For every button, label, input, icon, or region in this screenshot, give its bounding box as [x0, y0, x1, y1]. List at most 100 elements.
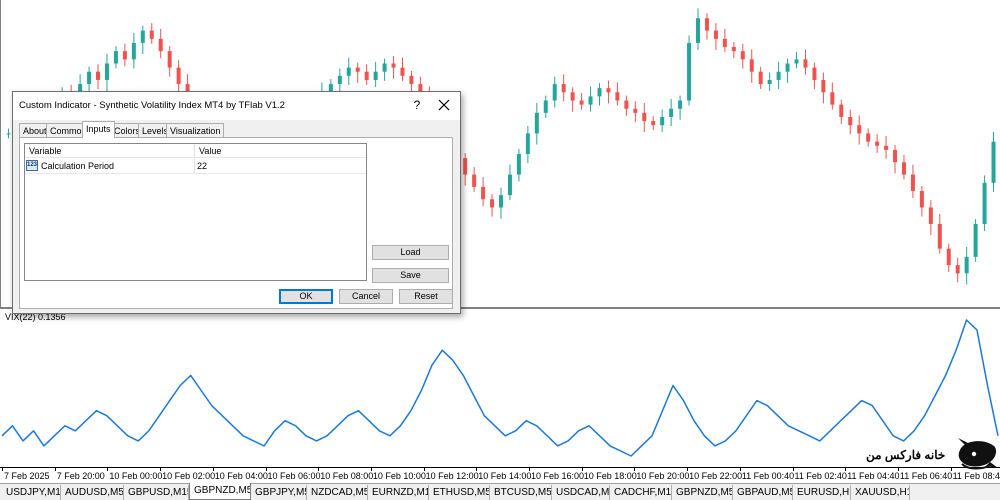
candle-body — [830, 92, 835, 105]
close-icon[interactable] — [435, 96, 453, 114]
time-tick — [845, 468, 847, 471]
time-tick — [318, 468, 320, 471]
candle-body — [722, 38, 727, 48]
candle-body — [355, 67, 360, 72]
candle-body — [588, 96, 593, 105]
time-tick — [529, 468, 530, 471]
candle-body — [552, 84, 557, 101]
candle-body — [785, 63, 790, 72]
column-header-variable[interactable]: Variable — [25, 144, 195, 158]
candle-body — [481, 186, 486, 200]
time-label: 10 Feb 20:00 — [636, 471, 690, 481]
symbol-tab[interactable]: XAUUSD,H1 — [851, 485, 910, 500]
time-label: 10 Feb 00:00 — [109, 471, 163, 481]
integer-param-icon: 123 — [26, 160, 38, 171]
candle-body — [749, 59, 754, 72]
candle-body — [543, 100, 548, 113]
candle-body — [516, 154, 521, 175]
symbol-tab-bar: USDJPY,M1 AUDUSD,M5 GBPUSD,M15 GBPNZD,M5 GBP… — [0, 483, 1000, 500]
candle-body — [669, 108, 674, 117]
dialog-titlebar[interactable]: Custom Indicator - Synthetic Volatility … — [13, 92, 460, 120]
time-tick — [265, 468, 267, 471]
candle-body — [884, 145, 889, 150]
candle-body — [812, 67, 817, 80]
vix-indicator-chart[interactable] — [0, 309, 1000, 467]
column-header-value[interactable]: Value — [195, 144, 366, 158]
candle-body — [848, 116, 853, 126]
candle-body — [373, 71, 378, 80]
symbol-tab[interactable]: AUDUSD,M5 — [61, 485, 124, 500]
symbol-tab[interactable]: CADCHF,M1 — [610, 485, 672, 500]
time-tick — [634, 468, 636, 471]
candle-body — [803, 59, 808, 68]
candle-body — [919, 191, 924, 208]
candle-body — [839, 104, 844, 117]
parameters-table[interactable]: Variable Value 123 Calculation Period 22 — [24, 143, 367, 281]
candle-body — [857, 125, 862, 134]
symbol-tab[interactable]: USDCAD,M5 — [552, 485, 610, 500]
candle-body — [463, 158, 468, 175]
candle-body — [937, 223, 942, 249]
candle-body — [391, 63, 396, 68]
time-tick — [687, 468, 689, 471]
save-button[interactable]: Save — [372, 268, 449, 283]
symbol-tab[interactable]: USDJPY,M1 — [2, 485, 61, 500]
reset-button[interactable]: Reset — [399, 289, 453, 304]
candle-body — [337, 75, 342, 85]
symbol-tab[interactable]: GBPNZD,M5 — [189, 483, 251, 500]
param-variable-name: Calculation Period — [41, 161, 115, 171]
time-label: 10 Feb 18:00 — [583, 471, 637, 481]
candle-body — [964, 256, 969, 274]
dialog-body: About Common Inputs Colors Levels Visual… — [13, 120, 460, 313]
time-label: 10 Feb 22:00 — [689, 471, 743, 481]
cancel-button[interactable]: Cancel — [339, 289, 393, 304]
tab-inputs[interactable]: Inputs — [82, 121, 115, 138]
candle-body — [875, 141, 880, 146]
candle-body — [131, 42, 136, 60]
forex-logo: خانه فارکس من — [866, 436, 1000, 472]
time-label: 11 Feb 08:40 — [952, 471, 1000, 481]
column-divider — [194, 159, 195, 173]
candle-body — [687, 42, 692, 101]
symbol-tab[interactable]: EURNZD,M1 — [368, 485, 429, 500]
time-label: 10 Feb 10:00 — [372, 471, 426, 481]
tab-visualization[interactable]: Visualization — [166, 123, 225, 137]
candle-body — [642, 112, 647, 122]
candle-body — [696, 18, 701, 43]
candle-body — [158, 38, 163, 52]
dialog-title: Custom Indicator - Synthetic Volatility … — [19, 100, 285, 111]
symbol-tab[interactable]: GBPJPY,M5 — [251, 485, 307, 500]
candle-body — [821, 79, 826, 93]
candle-body — [713, 30, 718, 39]
candle-body — [660, 116, 665, 126]
symbol-tab[interactable]: EURUSD,H1 — [793, 485, 851, 500]
time-tick — [107, 468, 109, 471]
candle-body — [6, 133, 11, 135]
time-tick — [581, 468, 583, 471]
candle-body — [731, 47, 736, 52]
time-axis: 7 Feb 2025 7 Feb 20:00 10 Feb 00:00 10 Feb … — [0, 467, 1000, 483]
candle-body — [704, 18, 709, 31]
candle-body — [570, 92, 575, 101]
time-label: 7 Feb 20:00 — [56, 471, 105, 481]
help-button[interactable]: ? — [409, 98, 425, 112]
candle-body — [104, 63, 109, 80]
param-value-field[interactable]: 22 — [197, 159, 357, 173]
symbol-tab[interactable]: NZDCAD,M5 — [307, 485, 368, 500]
candle-body — [946, 248, 951, 266]
symbol-tab[interactable]: GBPNZD,M5 — [672, 485, 733, 500]
candle-body — [409, 75, 414, 85]
candle-body — [382, 63, 387, 72]
symbol-tab[interactable]: ETHUSD,M5 — [429, 485, 490, 500]
time-tick — [476, 468, 478, 471]
time-label: 11 Feb 02:40 — [794, 471, 847, 481]
ok-button[interactable]: OK — [279, 289, 333, 304]
load-button[interactable]: Load — [372, 245, 449, 260]
symbol-tab[interactable]: BTCUSD,M5 — [490, 485, 552, 500]
candle-body — [176, 67, 181, 85]
candle-body — [928, 207, 933, 224]
candle-body — [364, 71, 369, 80]
candle-body — [982, 182, 987, 224]
symbol-tab[interactable]: GBPUSD,M15 — [124, 485, 189, 500]
symbol-tab[interactable]: GBPAUD,M5 — [733, 485, 793, 500]
